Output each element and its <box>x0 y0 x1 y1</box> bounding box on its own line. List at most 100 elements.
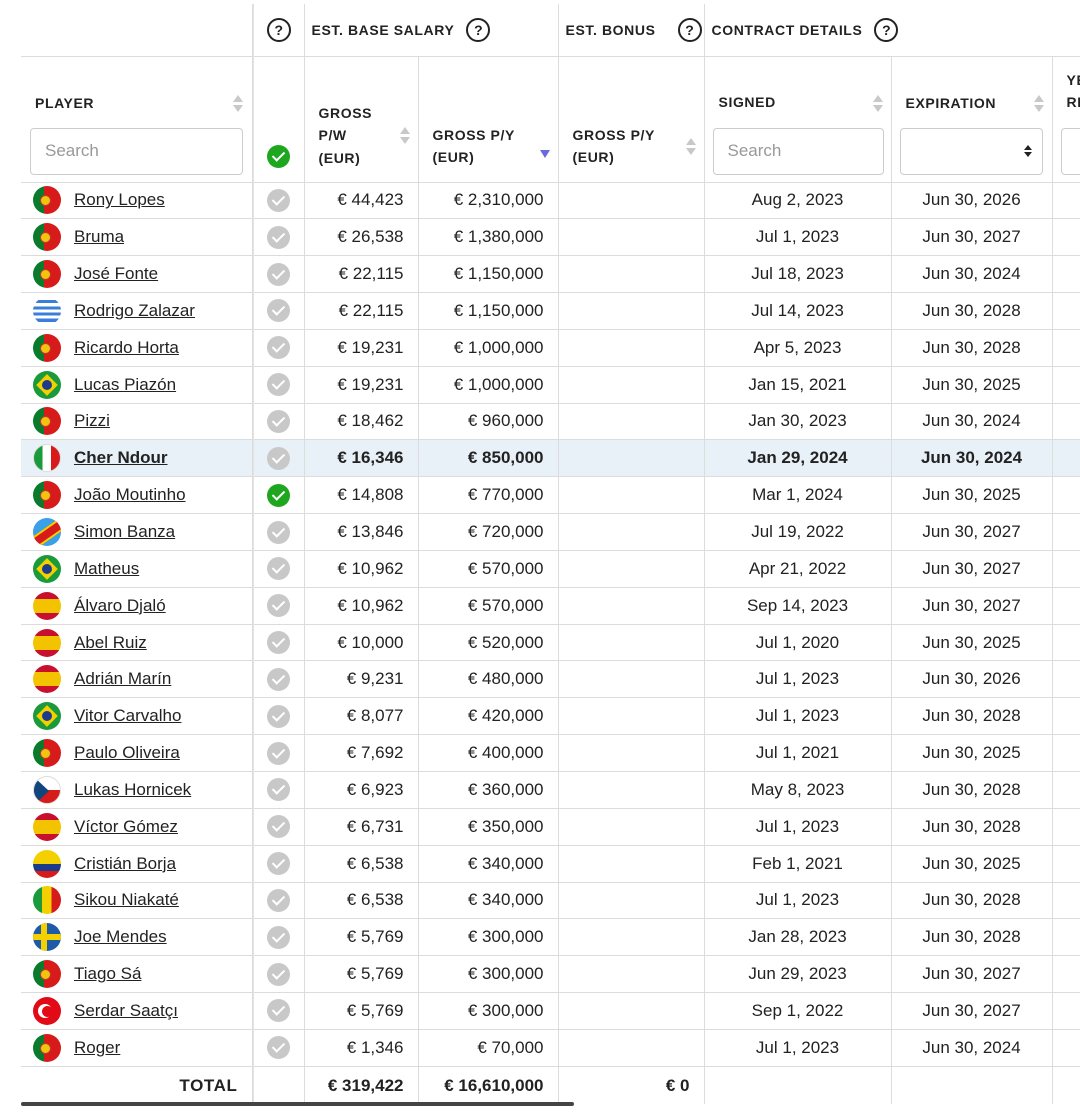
check-cell[interactable] <box>254 292 305 330</box>
player-name-link[interactable]: Víctor Gómez <box>74 817 178 837</box>
table-row[interactable]: Joe Mendes € 5,769 € 300,000 Jan 28, 2023 Ju… <box>21 918 1080 957</box>
table-row[interactable]: Sikou Niakaté € 6,538 € 340,000 Jul 1, 2023… <box>21 882 1080 920</box>
years-filter-select[interactable] <box>1060 127 1080 175</box>
unchecked-icon[interactable] <box>267 778 291 802</box>
check-cell[interactable] <box>254 808 305 846</box>
unchecked-icon[interactable] <box>267 594 291 618</box>
player-name-link[interactable]: Álvaro Djaló <box>74 596 166 616</box>
player-name-link[interactable]: Matheus <box>74 559 139 579</box>
check-cell[interactable] <box>254 403 305 441</box>
sort-icon[interactable] <box>1033 94 1044 114</box>
table-row[interactable]: Abel Ruiz € 10,000 € 520,000 Jul 1, 2020 Jun… <box>21 624 1080 662</box>
unchecked-icon[interactable] <box>267 1036 291 1060</box>
unchecked-icon[interactable] <box>267 815 291 839</box>
check-cell[interactable] <box>254 697 305 736</box>
check-cell[interactable] <box>254 660 305 699</box>
unchecked-icon[interactable] <box>267 852 291 876</box>
unchecked-icon[interactable] <box>267 888 291 912</box>
player-name-link[interactable]: José Fonte <box>74 264 158 284</box>
table-row[interactable]: Paulo Oliveira € 7,692 € 400,000 Jul 1, 202… <box>21 734 1080 772</box>
unchecked-icon[interactable] <box>267 704 291 728</box>
player-name-link[interactable]: Serdar Saatçı <box>74 1001 178 1021</box>
player-name-link[interactable]: Roger <box>74 1038 120 1058</box>
column-header-gross-py[interactable]: GROSS P/Y (EUR) <box>418 56 559 183</box>
unchecked-icon[interactable] <box>267 225 291 249</box>
table-row[interactable]: Cher Ndour € 16,346 € 850,000 Jan 29, 2024 J… <box>21 439 1080 478</box>
check-cell[interactable] <box>254 255 305 294</box>
sort-icon[interactable] <box>399 126 410 146</box>
table-row[interactable]: Cristián Borja € 6,538 € 340,000 Feb 1, 202… <box>21 845 1080 883</box>
check-cell[interactable] <box>254 992 305 1030</box>
check-cell[interactable] <box>254 476 305 515</box>
unchecked-icon[interactable] <box>267 188 291 212</box>
player-search-input[interactable] <box>30 127 243 175</box>
unchecked-icon[interactable] <box>267 373 291 397</box>
check-cell[interactable] <box>254 513 305 551</box>
help-icon[interactable]: ? <box>266 17 291 42</box>
player-name-link[interactable]: Cristián Borja <box>74 854 176 874</box>
checked-icon[interactable] <box>267 483 291 507</box>
player-name-link[interactable]: Adrián Marín <box>74 669 171 689</box>
player-name-link[interactable]: Ricardo Horta <box>74 338 179 358</box>
table-row[interactable]: José Fonte € 22,115 € 1,150,000 Jul 18, 202… <box>21 255 1080 294</box>
check-cell[interactable] <box>254 366 305 404</box>
player-name-link[interactable]: Pizzi <box>74 411 110 431</box>
unchecked-icon[interactable] <box>267 631 291 655</box>
check-cell[interactable] <box>254 182 305 220</box>
table-row[interactable]: Álvaro Djaló € 10,962 € 570,000 Sep 14, 202… <box>21 587 1080 625</box>
check-cell[interactable] <box>254 218 305 257</box>
column-header-years-remaining[interactable]: YE RE <box>1052 56 1080 183</box>
sort-icon[interactable] <box>685 137 696 157</box>
unchecked-icon[interactable] <box>267 299 291 323</box>
check-cell[interactable] <box>254 329 305 367</box>
player-name-link[interactable]: Vitor Carvalho <box>74 706 181 726</box>
column-header-expiration[interactable]: EXPIRATION <box>891 56 1053 183</box>
table-row[interactable]: Pizzi € 18,462 € 960,000 Jan 30, 2023 Jun 30… <box>21 403 1080 441</box>
table-row[interactable]: João Moutinho € 14,808 € 770,000 Mar 1, 202… <box>21 476 1080 515</box>
unchecked-icon[interactable] <box>267 962 291 986</box>
column-header-bonus-py[interactable]: GROSS P/Y (EUR) <box>558 56 705 183</box>
unchecked-icon[interactable] <box>267 520 291 544</box>
player-name-link[interactable]: Rony Lopes <box>74 190 165 210</box>
player-name-link[interactable]: Sikou Niakaté <box>74 890 179 910</box>
player-name-link[interactable]: Lucas Piazón <box>74 375 176 395</box>
table-row[interactable]: Roger € 1,346 € 70,000 Jul 1, 2023 Jun 30, 2… <box>21 1029 1080 1067</box>
help-icon[interactable]: ? <box>874 17 899 42</box>
help-icon[interactable]: ? <box>466 17 491 42</box>
player-name-link[interactable]: Lukas Hornicek <box>74 780 191 800</box>
table-row[interactable]: Rodrigo Zalazar € 22,115 € 1,150,000 Jul 14… <box>21 292 1080 330</box>
check-cell[interactable] <box>254 550 305 588</box>
table-row[interactable]: Simon Banza € 13,846 € 720,000 Jul 19, 2022… <box>21 513 1080 551</box>
sort-desc-active-icon[interactable] <box>539 143 550 163</box>
player-name-link[interactable]: Rodrigo Zalazar <box>74 301 195 321</box>
signed-search-input[interactable] <box>712 127 884 175</box>
unchecked-icon[interactable] <box>267 262 291 286</box>
table-row[interactable]: Vitor Carvalho € 8,077 € 420,000 Jul 1, 202… <box>21 697 1080 736</box>
player-name-link[interactable]: Tiago Sá <box>74 964 141 984</box>
check-cell[interactable] <box>254 1029 305 1067</box>
table-row[interactable]: Rony Lopes € 44,423 € 2,310,000 Aug 2, 2023… <box>21 182 1080 220</box>
player-name-link[interactable]: Simon Banza <box>74 522 175 542</box>
unchecked-icon[interactable] <box>267 446 291 470</box>
check-cell[interactable] <box>254 955 305 994</box>
table-row[interactable]: Lucas Piazón € 19,231 € 1,000,000 Jan 15, 2… <box>21 366 1080 404</box>
player-name-link[interactable]: João Moutinho <box>74 485 186 505</box>
unchecked-icon[interactable] <box>267 925 291 949</box>
table-row[interactable]: Bruma € 26,538 € 1,380,000 Jul 1, 2023 Jun 3… <box>21 218 1080 257</box>
column-header-check[interactable] <box>254 56 305 183</box>
table-row[interactable]: Ricardo Horta € 19,231 € 1,000,000 Apr 5, 2… <box>21 329 1080 367</box>
player-name-link[interactable]: Paulo Oliveira <box>74 743 180 763</box>
check-cell[interactable] <box>254 624 305 662</box>
column-header-signed[interactable]: SIGNED <box>704 56 892 183</box>
column-header-player[interactable]: PLAYER <box>21 56 253 183</box>
unchecked-icon[interactable] <box>267 667 291 691</box>
table-row[interactable]: Lukas Hornicek € 6,923 € 360,000 May 8, 202… <box>21 771 1080 809</box>
sort-icon[interactable] <box>872 94 883 114</box>
unchecked-icon[interactable] <box>267 409 291 433</box>
table-row[interactable]: Adrián Marín € 9,231 € 480,000 Jul 1, 2023 J… <box>21 660 1080 699</box>
table-row[interactable]: Tiago Sá € 5,769 € 300,000 Jun 29, 2023 Jun … <box>21 955 1080 994</box>
check-cell[interactable] <box>254 882 305 920</box>
unchecked-icon[interactable] <box>267 741 291 765</box>
player-name-link[interactable]: Abel Ruiz <box>74 633 147 653</box>
player-name-link[interactable]: Cher Ndour <box>74 448 168 468</box>
